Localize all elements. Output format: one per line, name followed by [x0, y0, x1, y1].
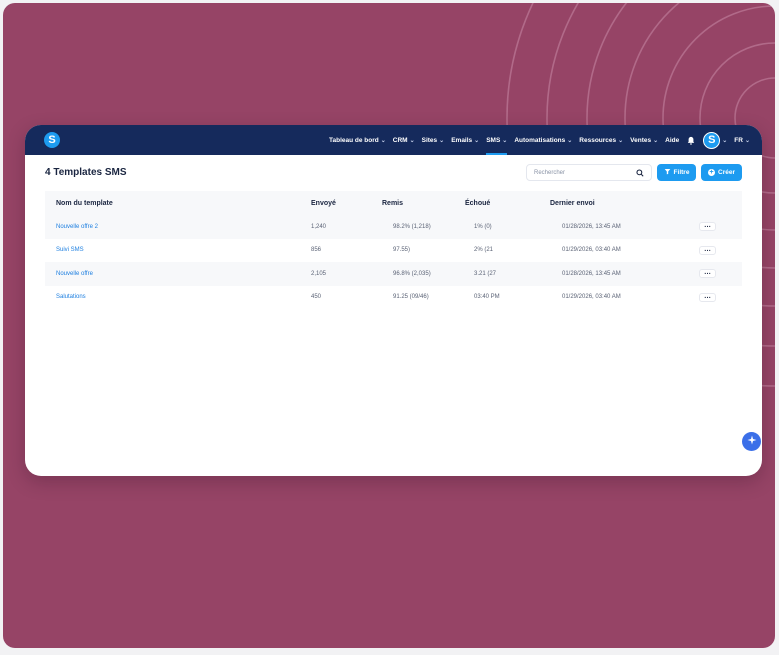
- nav-item-emails[interactable]: Emails ⌄: [451, 125, 479, 155]
- main-nav: Tableau de bord ⌄ CRM ⌄ Sites ⌄ Emails ⌄ SMS ⌄ Aut…: [329, 125, 750, 155]
- filter-icon: [664, 168, 671, 177]
- chevron-down-icon: ⌄: [409, 137, 415, 144]
- sent-count: 1,240: [311, 223, 327, 230]
- table-row: Suivi SMS 856 97.55) 2% (21 01/29/2026, 03:4…: [45, 239, 742, 263]
- header-delivered[interactable]: Remis: [373, 200, 457, 207]
- sparkle-icon: [747, 435, 757, 448]
- header-last-sent[interactable]: Dernier envoi: [539, 200, 699, 207]
- assistant-button[interactable]: [742, 432, 761, 451]
- delivered-rate: 98.2% (1,218): [393, 223, 431, 230]
- delivered-rate: 91.25 (09/46): [393, 294, 429, 301]
- last-sent-date: 01/28/2026, 13:45 AM: [562, 270, 621, 277]
- table-row: Nouvelle offre 2,105 96.8% (2,035) 3.21 (27…: [45, 262, 742, 286]
- nav-item-tableau-de-bord[interactable]: Tableau de bord ⌄: [329, 125, 386, 155]
- more-actions-button[interactable]: …: [699, 222, 716, 232]
- template-name-link[interactable]: Suivi SMS: [56, 247, 84, 253]
- table-row: Nouvelle offre 2 1,240 98.2% (1,218) 1% (0)…: [45, 215, 742, 239]
- page-title: 4 Templates SMS: [45, 167, 127, 178]
- nav-item-sites[interactable]: Sites ⌄: [422, 125, 445, 155]
- nav-item-label: Emails: [451, 136, 473, 144]
- language-selector[interactable]: FR ⌄: [734, 125, 750, 155]
- search-input[interactable]: Rechercher: [526, 164, 652, 181]
- templates-table: Nom du template Envoyé Remis Échoué Dern…: [45, 191, 742, 309]
- avatar: S: [703, 131, 721, 149]
- more-actions-button[interactable]: …: [699, 245, 716, 255]
- chevron-down-icon: ⌄: [744, 137, 750, 144]
- table-header: Nom du template Envoyé Remis Échoué Dern…: [45, 191, 742, 215]
- header-name[interactable]: Nom du template: [45, 200, 289, 207]
- filter-button[interactable]: Filtre: [657, 164, 696, 181]
- failed-rate: 1% (0): [474, 223, 492, 230]
- chevron-down-icon: ⌄: [502, 137, 508, 144]
- nav-item-label: Tableau de bord: [329, 136, 379, 144]
- nav-item-sms[interactable]: SMS ⌄: [486, 125, 508, 155]
- header-sent[interactable]: Envoyé: [289, 200, 373, 207]
- failed-rate: 3.21 (27: [474, 270, 497, 277]
- sent-count: 2,105: [311, 270, 327, 277]
- nav-item-ventes[interactable]: Ventes ⌄: [630, 125, 658, 155]
- nav-item-label: Ventes: [630, 136, 652, 144]
- last-sent-date: 01/28/2026, 13:45 AM: [562, 223, 621, 230]
- sent-count: 450: [311, 294, 322, 301]
- chevron-down-icon: ⌄: [653, 137, 659, 144]
- create-label: Créer: [718, 169, 735, 176]
- nav-item-label: Automatisations: [514, 136, 566, 144]
- delivered-rate: 97.55): [393, 247, 411, 254]
- nav-item-aide[interactable]: Aide: [665, 125, 679, 155]
- sent-count: 856: [311, 247, 322, 254]
- search-placeholder: Rechercher: [534, 169, 566, 176]
- nav-item-automatisations[interactable]: Automatisations ⌄: [514, 125, 572, 155]
- language-label: FR: [734, 136, 743, 144]
- create-button[interactable]: + Créer: [701, 164, 742, 181]
- nav-item-label: Aide: [665, 136, 680, 144]
- more-actions-button[interactable]: …: [699, 269, 716, 279]
- failed-rate: 2% (21: [474, 247, 494, 254]
- page-header: 4 Templates SMS Rechercher Filtre + Crée…: [25, 155, 762, 191]
- chevron-down-icon: ⌄: [722, 137, 728, 144]
- template-name-link[interactable]: Salutations: [56, 294, 86, 300]
- chevron-down-icon: ⌄: [439, 137, 445, 144]
- background-frame: S Tableau de bord ⌄ CRM ⌄ Sites ⌄ Emails ⌄ SMS ⌄ A…: [3, 3, 775, 648]
- nav-item-label: SMS: [486, 136, 501, 144]
- more-actions-button[interactable]: …: [699, 292, 716, 302]
- top-navigation-bar: S Tableau de bord ⌄ CRM ⌄ Sites ⌄ Emails ⌄ SMS ⌄ A…: [25, 125, 762, 155]
- chevron-down-icon: ⌄: [474, 137, 480, 144]
- last-sent-date: 01/29/2026, 03:40 AM: [562, 294, 621, 301]
- brand-logo[interactable]: S: [44, 132, 60, 148]
- nav-item-label: CRM: [392, 136, 408, 144]
- nav-item-crm[interactable]: CRM ⌄: [393, 125, 415, 155]
- plus-icon: +: [708, 169, 715, 176]
- table-row: Salutations 450 91.25 (09/46) 03:40 PM 01/29…: [45, 286, 742, 310]
- chevron-down-icon: ⌄: [380, 137, 386, 144]
- last-sent-date: 01/29/2026, 03:40 AM: [562, 247, 621, 254]
- nav-item-label: Sites: [421, 136, 438, 144]
- template-name-link[interactable]: Nouvelle offre 2: [56, 224, 98, 230]
- chevron-down-icon: ⌄: [618, 137, 624, 144]
- template-name-link[interactable]: Nouvelle offre: [56, 271, 93, 277]
- nav-item-label: Ressources: [579, 136, 617, 144]
- account-menu[interactable]: S ⌄: [703, 125, 727, 155]
- search-icon: [636, 164, 644, 182]
- filter-label: Filtre: [673, 169, 690, 176]
- app-window: S Tableau de bord ⌄ CRM ⌄ Sites ⌄ Emails ⌄ SMS ⌄ A…: [25, 125, 762, 476]
- table-body: Nouvelle offre 2 1,240 98.2% (1,218) 1% (0)…: [45, 215, 742, 309]
- delivered-rate: 96.8% (2,035): [393, 270, 431, 277]
- bell-icon[interactable]: [686, 125, 696, 155]
- chevron-down-icon: ⌄: [567, 137, 573, 144]
- header-failed[interactable]: Échoué: [457, 200, 539, 207]
- failed-rate: 03:40 PM: [474, 294, 500, 301]
- nav-item-ressources[interactable]: Ressources ⌄: [579, 125, 623, 155]
